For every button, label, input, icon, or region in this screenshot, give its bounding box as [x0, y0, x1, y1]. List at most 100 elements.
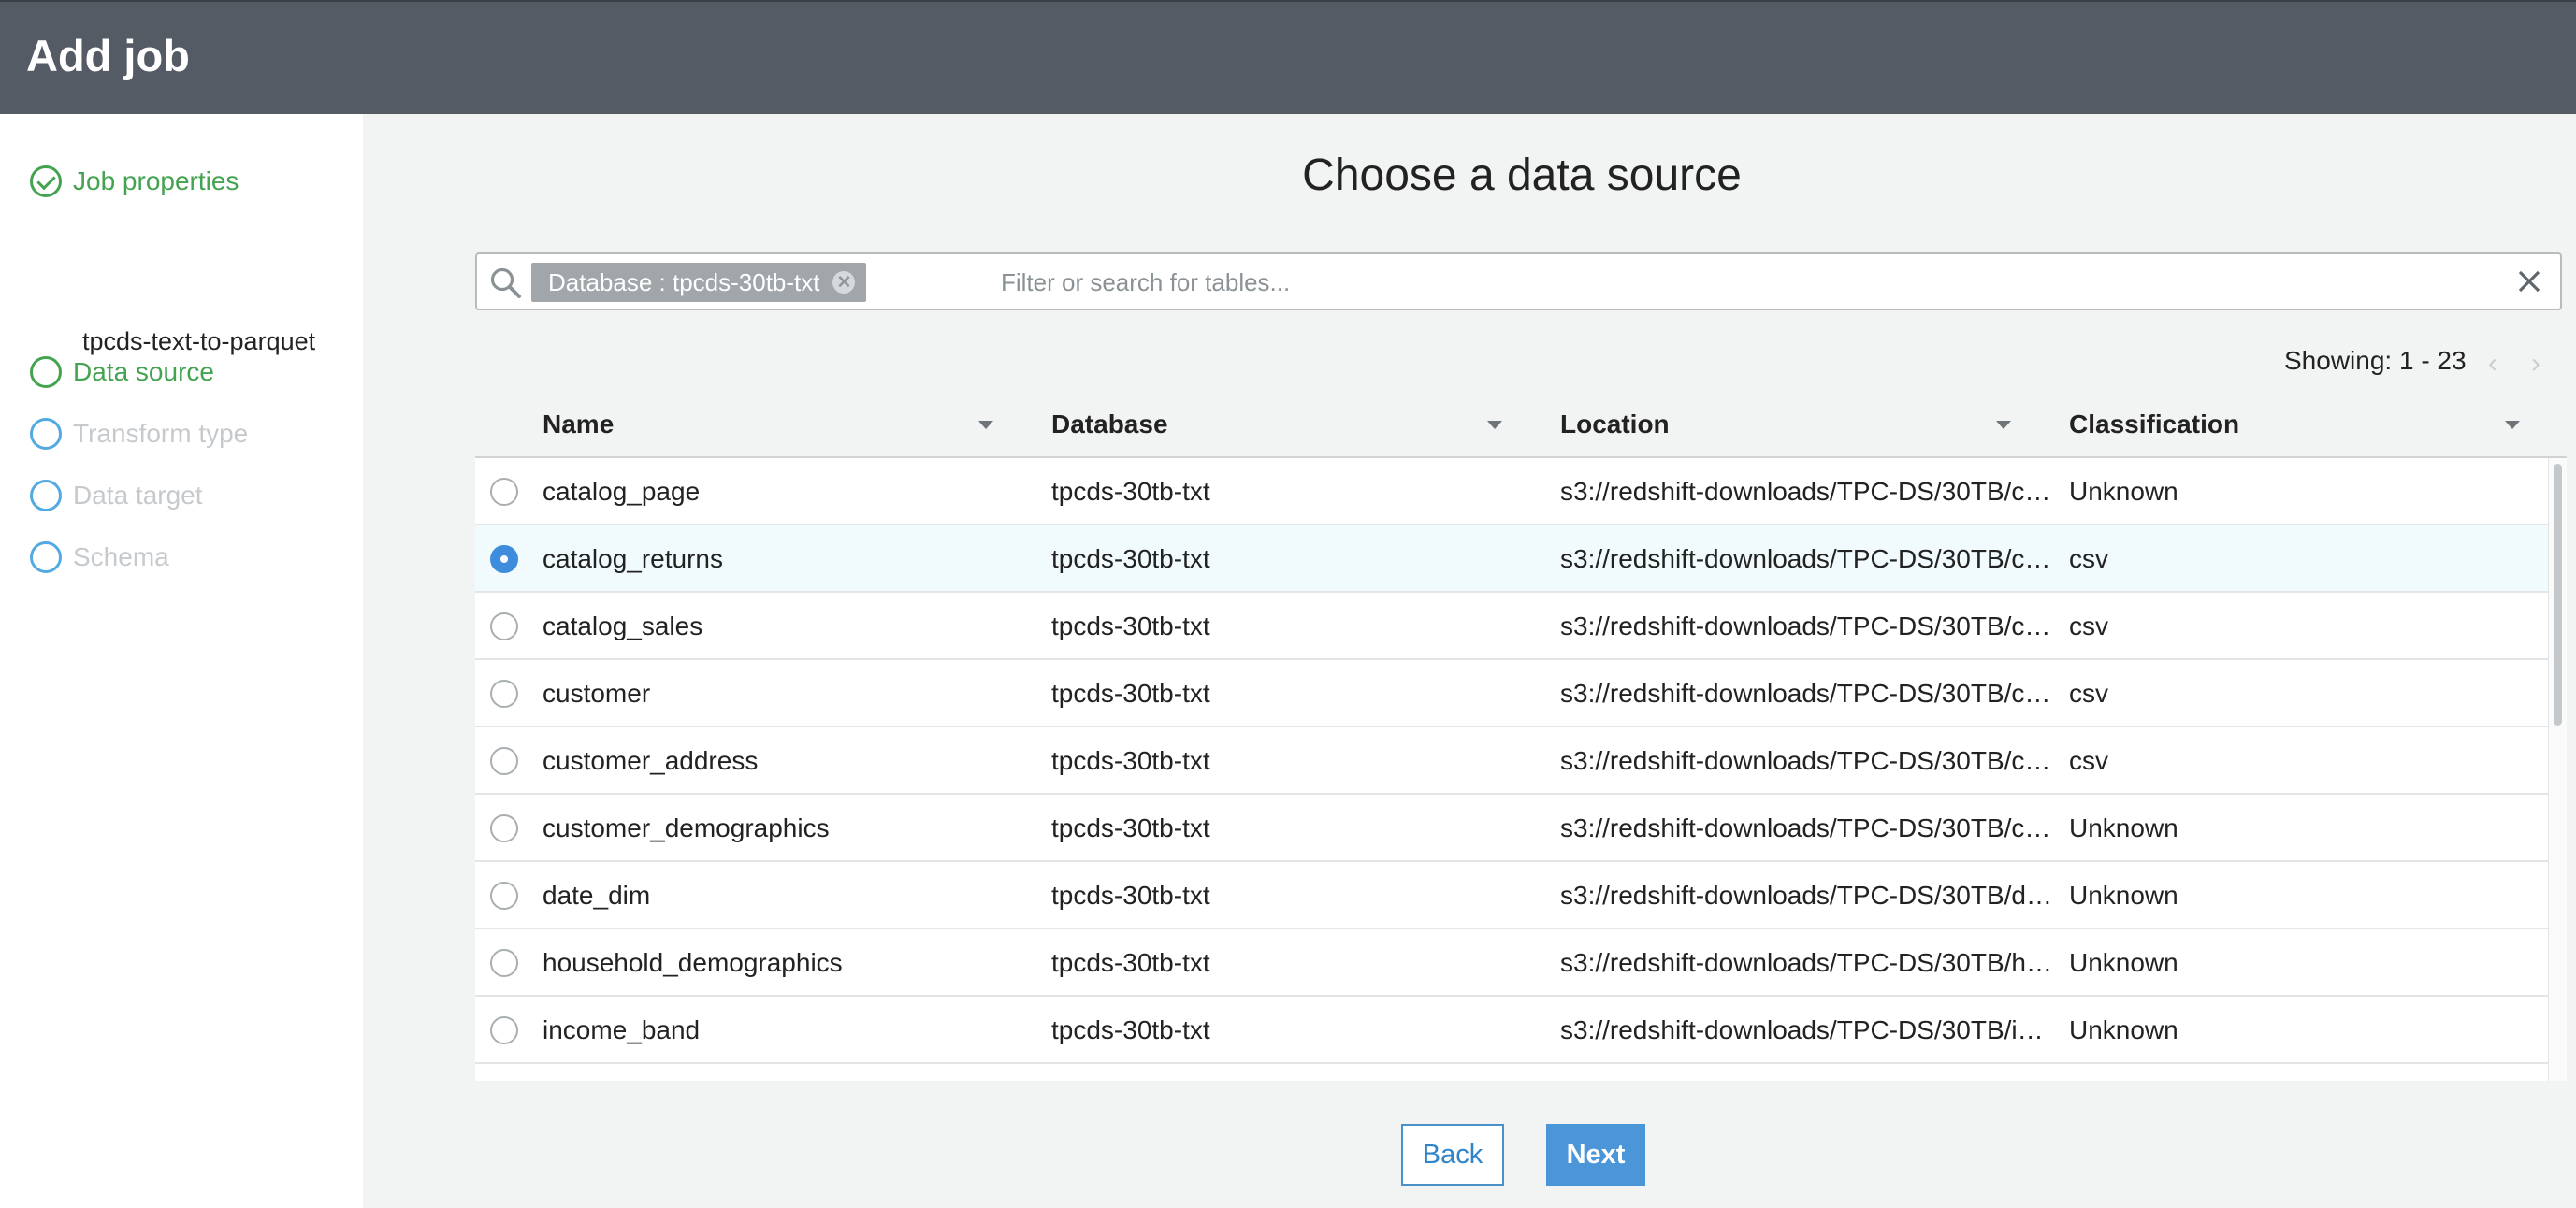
job-name-label: tpcds-text-to-parquet	[82, 327, 316, 355]
page-title: Choose a data source	[1302, 151, 1742, 200]
cell-database: tpcds-30tb-txt	[1051, 477, 1210, 506]
scrollbar-thumb[interactable]	[2554, 464, 2562, 726]
cell-location: s3://redshift-downloads/TPC-DS/30TB/hous…	[1560, 948, 2054, 977]
step-job-properties[interactable]: Job properties	[30, 163, 239, 200]
table-search-box[interactable]: Database : tpcds-30tb-txt ✕	[475, 252, 2562, 310]
table-scrollbar[interactable]	[2548, 458, 2567, 1081]
table-row[interactable]: catalog_returns tpcds-30tb-txt s3://redshi…	[475, 525, 2548, 593]
pagination-summary: Showing: 1 - 23	[2284, 346, 2467, 375]
cell-location: s3://redshift-downloads/TPC-DS/30TB/inco…	[1560, 1015, 2054, 1044]
chevron-right-icon[interactable]: ›	[2531, 348, 2540, 380]
row-select-radio[interactable]	[490, 478, 518, 506]
table-row[interactable]: customer_address tpcds-30tb-txt s3://redsh…	[475, 727, 2548, 795]
cell-table-name: customer_address	[543, 746, 759, 775]
row-select-radio[interactable]	[490, 747, 518, 775]
cell-classification: Unknown	[2069, 881, 2178, 910]
row-select-radio[interactable]	[490, 612, 518, 640]
column-header-classification[interactable]: Classification	[2069, 391, 2239, 458]
row-select-radio[interactable]	[490, 545, 518, 573]
step-data-target: Data target	[30, 477, 203, 514]
table-row-partial	[475, 1064, 2548, 1081]
cell-table-name: household_demographics	[543, 948, 843, 977]
clear-search-icon[interactable]	[2511, 264, 2547, 299]
cell-location: s3://redshift-downloads/TPC-DS/30TB/cata…	[1560, 611, 2054, 640]
cell-location: s3://redshift-downloads/TPC-DS/30TB/cata…	[1560, 477, 2054, 506]
cell-classification: csv	[2069, 611, 2108, 640]
cell-table-name: income_band	[543, 1015, 701, 1044]
table-row[interactable]: catalog_page tpcds-30tb-txt s3://redshift-…	[475, 458, 2548, 525]
chevron-left-icon[interactable]: ‹	[2488, 348, 2497, 380]
cell-database: tpcds-30tb-txt	[1051, 881, 1210, 910]
step-schema: Schema	[30, 539, 169, 576]
sort-caret-icon[interactable]	[2505, 421, 2520, 429]
cell-database: tpcds-30tb-txt	[1051, 746, 1210, 775]
remove-filter-icon[interactable]: ✕	[832, 271, 856, 294]
cell-database: tpcds-30tb-txt	[1051, 611, 1210, 640]
step-transform-type: Transform type	[30, 415, 248, 453]
table-row[interactable]: customer tpcds-30tb-txt s3://redshift-down…	[475, 660, 2548, 727]
filter-token[interactable]: Database : tpcds-30tb-txt ✕	[531, 263, 867, 302]
step-label: Data target	[73, 481, 203, 510]
table-header: Name Database Location Classification	[475, 391, 2567, 458]
step-label: Data source	[73, 357, 214, 386]
cell-location: s3://redshift-downloads/TPC-DS/30TB/cata…	[1560, 544, 2054, 573]
cell-database: tpcds-30tb-txt	[1051, 1015, 1210, 1044]
cell-table-name: catalog_sales	[543, 611, 703, 640]
circle-icon	[30, 418, 62, 450]
cell-classification: csv	[2069, 746, 2108, 775]
cell-table-name: date_dim	[543, 881, 651, 910]
row-select-radio[interactable]	[490, 1016, 518, 1044]
row-select-radio[interactable]	[490, 680, 518, 708]
tables-grid: Name Database Location Classification ca…	[475, 391, 2567, 1081]
step-label: Job properties	[73, 166, 239, 195]
cell-table-name: catalog_returns	[543, 544, 724, 573]
cell-classification: Unknown	[2069, 948, 2178, 977]
column-header-database[interactable]: Database	[1051, 391, 1168, 458]
table-row[interactable]: customer_demographics tpcds-30tb-txt s3://…	[475, 795, 2548, 862]
table-row[interactable]: income_band tpcds-30tb-txt s3://redshift-d…	[475, 997, 2548, 1064]
check-circle-icon	[30, 165, 62, 197]
cell-classification: csv	[2069, 544, 2108, 573]
column-header-location[interactable]: Location	[1560, 391, 1670, 458]
page-header-title: Add job	[26, 31, 190, 80]
step-label: Schema	[73, 542, 169, 571]
header-bar: Add job	[0, 0, 2576, 114]
next-button[interactable]: Next	[1546, 1124, 1645, 1186]
sort-caret-icon[interactable]	[978, 421, 993, 429]
cell-database: tpcds-30tb-txt	[1051, 813, 1210, 842]
circle-icon	[30, 480, 62, 511]
cell-database: tpcds-30tb-txt	[1051, 679, 1210, 708]
cell-database: tpcds-30tb-txt	[1051, 948, 1210, 977]
sort-caret-icon[interactable]	[1996, 421, 2011, 429]
search-input[interactable]	[1001, 263, 2497, 302]
column-header-name[interactable]: Name	[543, 391, 614, 458]
back-button[interactable]: Back	[1401, 1124, 1504, 1186]
cell-table-name: catalog_page	[543, 477, 701, 506]
sort-caret-icon[interactable]	[1487, 421, 1502, 429]
row-select-radio[interactable]	[490, 949, 518, 977]
cell-location: s3://redshift-downloads/TPC-DS/30TB/date…	[1560, 881, 2054, 910]
cell-table-name: customer	[543, 679, 651, 708]
circle-icon	[30, 541, 62, 573]
cell-location: s3://redshift-downloads/TPC-DS/30TB/cust…	[1560, 679, 2054, 708]
cell-classification: Unknown	[2069, 813, 2178, 842]
main-panel: Choose a data source Database : tpcds-30…	[363, 114, 2576, 1208]
wizard-steps-sidebar: Job properties tpcds-text-to-parquet Dat…	[0, 114, 363, 1208]
cell-classification: csv	[2069, 679, 2108, 708]
table-row[interactable]: catalog_sales tpcds-30tb-txt s3://redshift…	[475, 593, 2548, 660]
filter-token-label: Database : tpcds-30tb-txt	[548, 267, 820, 296]
cell-classification: Unknown	[2069, 477, 2178, 506]
cell-location: s3://redshift-downloads/TPC-DS/30TB/cust…	[1560, 813, 2054, 842]
search-icon	[490, 267, 521, 298]
cell-location: s3://redshift-downloads/TPC-DS/30TB/cust…	[1560, 746, 2054, 775]
table-row[interactable]: household_demographics tpcds-30tb-txt s3:/…	[475, 929, 2548, 997]
row-select-radio[interactable]	[490, 814, 518, 842]
cell-classification: Unknown	[2069, 1015, 2178, 1044]
row-select-radio[interactable]	[490, 882, 518, 910]
step-label: Transform type	[73, 419, 249, 448]
cell-database: tpcds-30tb-txt	[1051, 544, 1210, 573]
step-data-source[interactable]: Data source	[30, 353, 214, 391]
table-row[interactable]: date_dim tpcds-30tb-txt s3://redshift-down…	[475, 862, 2548, 929]
circle-icon	[30, 356, 62, 388]
cell-table-name: customer_demographics	[543, 813, 830, 842]
